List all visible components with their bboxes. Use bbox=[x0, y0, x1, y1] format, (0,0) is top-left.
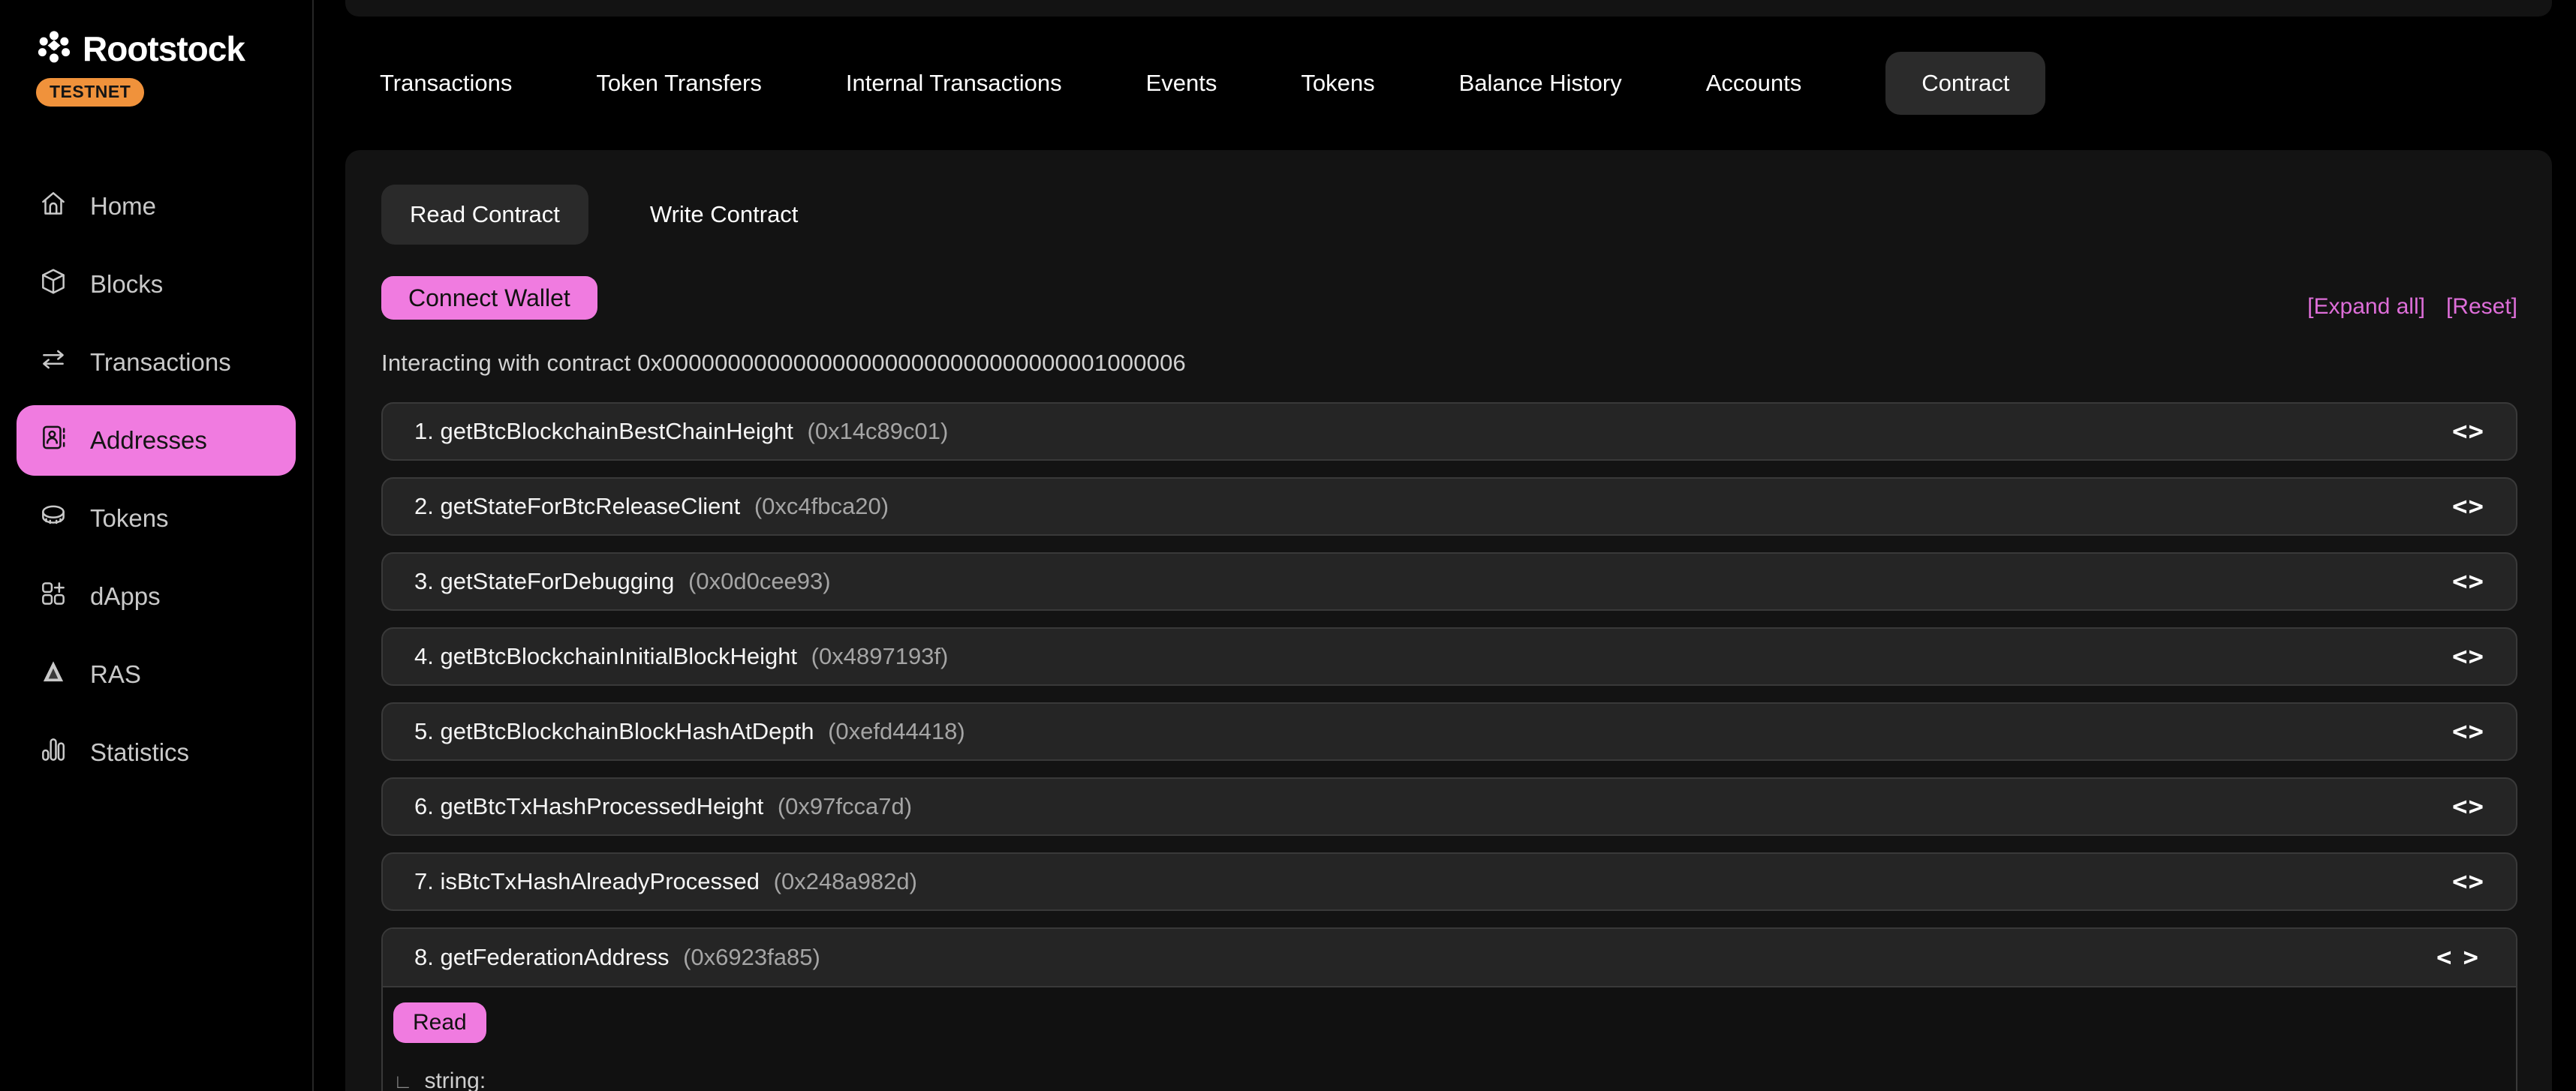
function-row[interactable]: 1. getBtcBlockchainBestChainHeight (0x14… bbox=[381, 402, 2517, 461]
previous-panel-edge bbox=[345, 0, 2552, 17]
address-tabbar: Transactions Token Transfers Internal Tr… bbox=[345, 17, 2552, 150]
dapps-icon bbox=[38, 578, 69, 615]
code-icon[interactable]: <> bbox=[2452, 717, 2484, 747]
sidebar-item-addresses[interactable]: Addresses bbox=[17, 405, 296, 476]
function-selector: (0x97fcca7d) bbox=[778, 793, 912, 819]
function-row[interactable]: 6. getBtcTxHashProcessedHeight (0x97fcca… bbox=[381, 777, 2517, 836]
testnet-badge: TESTNET bbox=[36, 78, 144, 107]
function-selector: (0x248a982d) bbox=[774, 868, 917, 894]
sidebar-nav: Home Blocks Transactions Addresses Token… bbox=[0, 171, 312, 788]
tab-events[interactable]: Events bbox=[1146, 52, 1217, 115]
result-type-label: string: bbox=[424, 1068, 486, 1091]
function-selector: (0xc4fbca20) bbox=[754, 493, 889, 519]
function-row[interactable]: 7. isBtcTxHashAlreadyProcessed (0x248a98… bbox=[381, 852, 2517, 911]
function-row[interactable]: 3. getStateForDebugging (0x0d0cee93) <> bbox=[381, 552, 2517, 611]
function-selector: (0xefd44418) bbox=[828, 718, 965, 744]
sidebar-item-label: Home bbox=[90, 192, 156, 221]
function-name: 7. isBtcTxHashAlreadyProcessed bbox=[414, 868, 766, 894]
tab-write-contract[interactable]: Write Contract bbox=[621, 185, 827, 245]
brand[interactable]: Rootstock TESTNET bbox=[0, 29, 312, 107]
function-selector: (0x0d0cee93) bbox=[688, 568, 831, 594]
sidebar-item-home[interactable]: Home bbox=[17, 171, 296, 242]
code-icon[interactable]: <> bbox=[2452, 867, 2484, 897]
tab-tokens[interactable]: Tokens bbox=[1301, 52, 1374, 115]
interacting-with-contract-text: Interacting with contract 0x000000000000… bbox=[381, 350, 2517, 377]
function-row-expanded: 8. getFederationAddress (0x6923fa85) <> … bbox=[381, 927, 2517, 1091]
function-name: 8. getFederationAddress bbox=[414, 944, 676, 970]
tab-transactions[interactable]: Transactions bbox=[380, 52, 512, 115]
sidebar-item-transactions[interactable]: Transactions bbox=[17, 327, 296, 398]
tokens-icon bbox=[38, 500, 69, 537]
blocks-icon bbox=[38, 266, 69, 303]
code-icon[interactable]: <> bbox=[2452, 642, 2484, 672]
function-name: 3. getStateForDebugging bbox=[414, 568, 681, 594]
function-name: 2. getStateForBtcReleaseClient bbox=[414, 493, 747, 519]
sidebar-item-label: Transactions bbox=[90, 348, 231, 377]
sidebar-item-label: Tokens bbox=[90, 504, 169, 533]
transactions-icon bbox=[38, 344, 69, 381]
sidebar-item-dapps[interactable]: dApps bbox=[17, 561, 296, 632]
sidebar-item-label: dApps bbox=[90, 582, 161, 611]
function-name: 4. getBtcBlockchainInitialBlockHeight bbox=[414, 643, 804, 669]
tab-token-transfers[interactable]: Token Transfers bbox=[596, 52, 762, 115]
code-icon[interactable]: <> bbox=[2431, 942, 2484, 972]
tab-internal-transactions[interactable]: Internal Transactions bbox=[846, 52, 1062, 115]
tab-read-contract[interactable]: Read Contract bbox=[381, 185, 588, 245]
function-body: Read ∟ string: bbox=[383, 987, 2516, 1091]
function-selector: (0x4897193f) bbox=[811, 643, 949, 669]
code-icon[interactable]: <> bbox=[2452, 416, 2484, 446]
reset-link[interactable]: [Reset] bbox=[2446, 294, 2517, 320]
function-row[interactable]: 4. getBtcBlockchainInitialBlockHeight (0… bbox=[381, 627, 2517, 686]
contract-subtabs: Read Contract Write Contract bbox=[381, 185, 2517, 245]
ras-icon bbox=[38, 656, 69, 693]
connect-wallet-button[interactable]: Connect Wallet bbox=[381, 276, 597, 320]
tab-accounts[interactable]: Accounts bbox=[1706, 52, 1802, 115]
app-root: Rootstock TESTNET Home Blocks Transactio… bbox=[0, 0, 2576, 1091]
function-selector: (0x6923fa85) bbox=[683, 944, 820, 970]
code-icon[interactable]: <> bbox=[2452, 567, 2484, 597]
sidebar-item-blocks[interactable]: Blocks bbox=[17, 249, 296, 320]
function-name: 5. getBtcBlockchainBlockHashAtDepth bbox=[414, 718, 820, 744]
statistics-icon bbox=[38, 734, 69, 771]
code-icon[interactable]: <> bbox=[2452, 491, 2484, 521]
sidebar: Rootstock TESTNET Home Blocks Transactio… bbox=[0, 0, 314, 1091]
sidebar-item-tokens[interactable]: Tokens bbox=[17, 483, 296, 554]
home-icon bbox=[38, 188, 69, 225]
function-row[interactable]: 2. getStateForBtcReleaseClient (0xc4fbca… bbox=[381, 477, 2517, 536]
function-row[interactable]: 8. getFederationAddress (0x6923fa85) <> bbox=[383, 929, 2516, 987]
addresses-icon bbox=[38, 422, 69, 459]
sidebar-item-statistics[interactable]: Statistics bbox=[17, 717, 296, 788]
function-name: 6. getBtcTxHashProcessedHeight bbox=[414, 793, 770, 819]
sidebar-item-label: RAS bbox=[90, 660, 141, 689]
tab-contract[interactable]: Contract bbox=[1885, 52, 2045, 115]
expand-all-link[interactable]: [Expand all] bbox=[2307, 294, 2425, 320]
panel-links: [Expand all] [Reset] bbox=[2307, 294, 2517, 320]
content-area: Transactions Token Transfers Internal Tr… bbox=[314, 0, 2576, 1091]
result-branch-glyph: ∟ bbox=[393, 1070, 412, 1091]
sidebar-item-label: Blocks bbox=[90, 270, 163, 299]
wallet-row: Connect Wallet [Expand all] [Reset] bbox=[381, 276, 2517, 320]
brand-name: Rootstock bbox=[83, 29, 245, 69]
function-selector: (0x14c89c01) bbox=[808, 418, 949, 444]
tab-balance-history[interactable]: Balance History bbox=[1459, 52, 1622, 115]
function-row[interactable]: 5. getBtcBlockchainBlockHashAtDepth (0xe… bbox=[381, 702, 2517, 761]
code-icon[interactable]: <> bbox=[2452, 792, 2484, 822]
read-button[interactable]: Read bbox=[393, 1002, 486, 1043]
sidebar-item-ras[interactable]: RAS bbox=[17, 639, 296, 710]
function-list: 1. getBtcBlockchainBestChainHeight (0x14… bbox=[381, 402, 2517, 1091]
sidebar-item-label: Addresses bbox=[90, 426, 207, 455]
function-name: 1. getBtcBlockchainBestChainHeight bbox=[414, 418, 800, 444]
rootstock-logo-icon bbox=[36, 29, 72, 69]
result-line: ∟ string: bbox=[393, 1068, 2498, 1091]
sidebar-item-label: Statistics bbox=[90, 738, 189, 767]
contract-panel: Read Contract Write Contract Connect Wal… bbox=[345, 150, 2552, 1091]
